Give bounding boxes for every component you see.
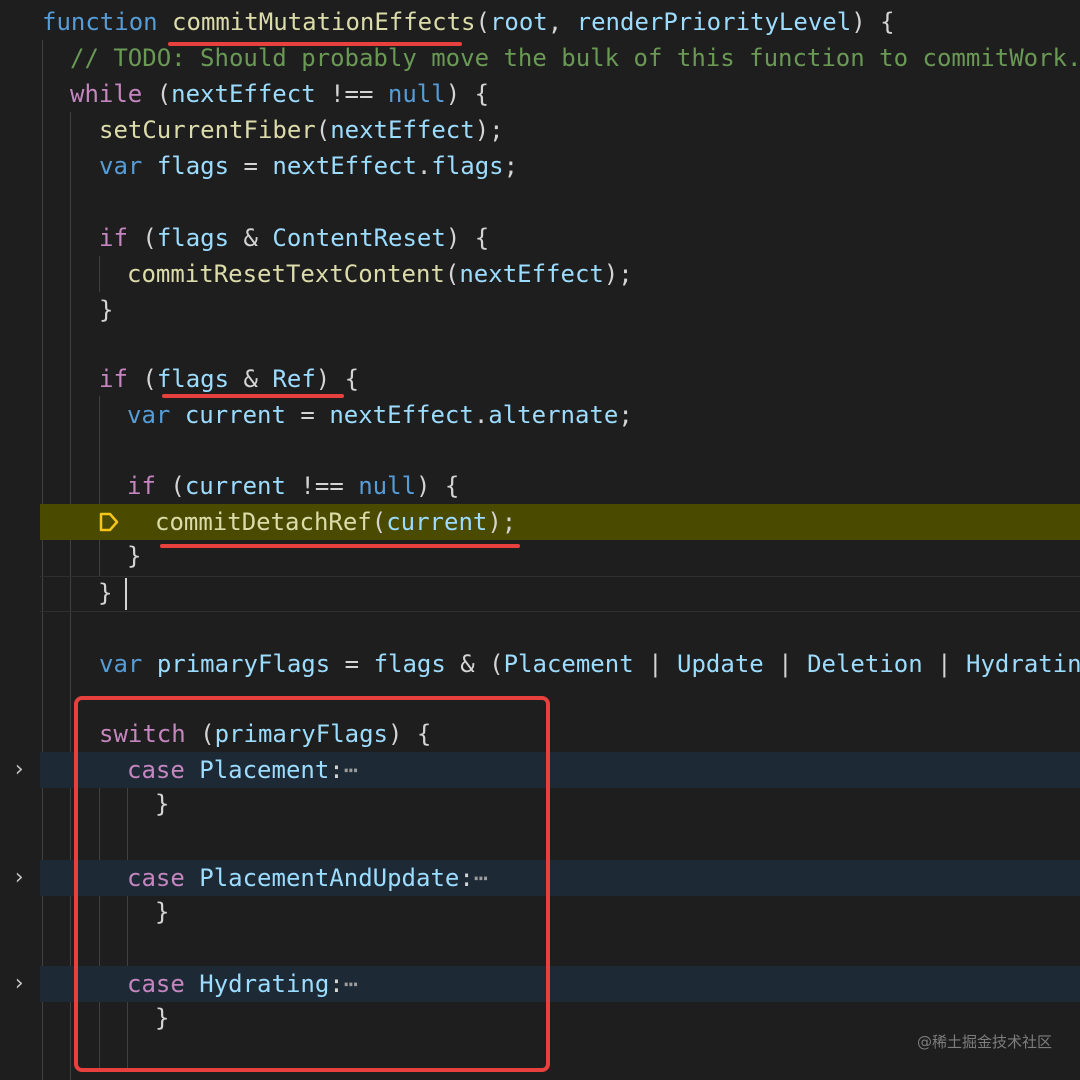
punctuation: ( — [444, 260, 460, 288]
function-call: commitResetTextContent — [127, 260, 445, 288]
punctuation: ; — [503, 152, 519, 180]
keyword: if — [99, 224, 128, 252]
code-line-7[interactable]: if (flags & ContentReset) { — [0, 220, 1080, 256]
variable: flags — [156, 365, 230, 393]
punctuation: !== — [285, 472, 359, 500]
punctuation: ) { — [416, 472, 460, 500]
punctuation: & ( — [445, 650, 504, 678]
constant: Ref — [272, 365, 316, 393]
fold-chevron-icon[interactable]: › — [10, 752, 28, 788]
keyword: function — [42, 8, 158, 36]
punctuation: ( — [127, 224, 157, 252]
constant: Update — [677, 650, 764, 678]
code-line-8[interactable]: commitResetTextContent(nextEffect); — [0, 256, 1080, 292]
punctuation: = — [285, 401, 330, 429]
punctuation: | — [633, 650, 678, 678]
punctuation: = — [330, 650, 374, 678]
punctuation: ); — [487, 508, 517, 536]
constant: Hydrating — [966, 650, 1080, 678]
function-call: setCurrentFiber — [99, 116, 316, 144]
punctuation: & — [229, 224, 273, 252]
variable: current — [184, 472, 286, 500]
fold-chevron-icon[interactable]: › — [10, 860, 28, 896]
punctuation: ) { — [315, 365, 360, 393]
punctuation: ( — [127, 365, 157, 393]
code-line-9[interactable]: } — [0, 292, 1080, 328]
annotation-box — [74, 696, 550, 1072]
code-line-3[interactable]: while (nextEffect !== null) { — [0, 76, 1080, 112]
keyword: if — [99, 365, 128, 393]
property: flags — [431, 152, 504, 180]
fold-chevron-icon[interactable]: › — [10, 966, 28, 1002]
debug-current-line-icon[interactable] — [99, 512, 119, 532]
code-line-19[interactable]: var primaryFlags = flags & (Placement | … — [0, 646, 1080, 682]
code-line-1[interactable]: function commitMutationEffects(root, ren… — [0, 4, 1080, 40]
keyword: var — [127, 401, 171, 429]
variable: nextEffect — [272, 152, 417, 180]
punctuation: !== — [315, 80, 388, 108]
keyword: var — [99, 152, 143, 180]
keyword: var — [99, 650, 143, 678]
variable: flags — [156, 152, 230, 180]
code-line-12[interactable]: var current = nextEffect.alternate; — [0, 397, 1080, 433]
code-line-15-current-debug[interactable]: commitDetachRef(current); — [40, 504, 1080, 540]
punctuation: ); — [474, 116, 504, 144]
punctuation: , — [547, 8, 577, 36]
variable: nextEffect — [459, 260, 604, 288]
constant: Deletion — [807, 650, 923, 678]
variable: nextEffect — [330, 116, 475, 144]
variable: current — [184, 401, 286, 429]
punctuation: ) { — [445, 224, 490, 252]
code-editor[interactable]: function commitMutationEffects(root, ren… — [0, 0, 1080, 1080]
property: alternate — [488, 401, 619, 429]
punctuation: ) { — [851, 8, 895, 36]
variable: primaryFlags — [156, 650, 331, 678]
variable: nextEffect — [329, 401, 474, 429]
annotation-underline — [162, 394, 344, 398]
code-line-2[interactable]: // TODO: Should probably move the bulk o… — [0, 40, 1080, 76]
code-line-14[interactable]: if (current !== null) { — [0, 468, 1080, 504]
variable: current — [386, 508, 488, 536]
variable: nextEffect — [171, 80, 316, 108]
annotation-underline — [168, 42, 462, 46]
function-name: commitMutationEffects — [172, 8, 476, 36]
punctuation: . — [473, 401, 489, 429]
punctuation: & — [229, 365, 273, 393]
code-line-17[interactable]: } — [40, 576, 1080, 612]
code-line-11[interactable]: if (flags & Ref) { — [0, 361, 1080, 397]
text-cursor — [125, 578, 127, 610]
param: root — [489, 8, 548, 36]
punctuation: ) { — [445, 80, 490, 108]
punctuation: ; — [618, 401, 633, 429]
punctuation: = — [229, 152, 273, 180]
punctuation: . — [416, 152, 432, 180]
punctuation: ( — [315, 116, 331, 144]
punctuation: | — [922, 650, 967, 678]
closing-brace: } — [99, 296, 114, 324]
code-line-4[interactable]: setCurrentFiber(nextEffect); — [0, 112, 1080, 148]
punctuation: ( — [371, 508, 387, 536]
keyword: if — [127, 472, 156, 500]
watermark: @稀土掘金技术社区 — [916, 1033, 1052, 1051]
variable: flags — [373, 650, 446, 678]
punctuation: ( — [475, 8, 490, 36]
keyword: null — [387, 80, 446, 108]
constant: ContentReset — [272, 224, 446, 252]
punctuation: ); — [603, 260, 633, 288]
code-line-5[interactable]: var flags = nextEffect.flags; — [0, 148, 1080, 184]
punctuation: | — [763, 650, 808, 678]
keyword: null — [358, 472, 417, 500]
variable: flags — [156, 224, 230, 252]
constant: Placement — [503, 650, 634, 678]
function-call: commitDetachRef — [155, 508, 372, 536]
closing-brace: } — [98, 579, 113, 607]
param: renderPriorityLevel — [576, 8, 852, 36]
punctuation: ( — [155, 472, 185, 500]
annotation-underline — [160, 544, 520, 548]
closing-brace: } — [127, 542, 142, 570]
punctuation: ( — [142, 80, 172, 108]
keyword: while — [70, 80, 143, 108]
